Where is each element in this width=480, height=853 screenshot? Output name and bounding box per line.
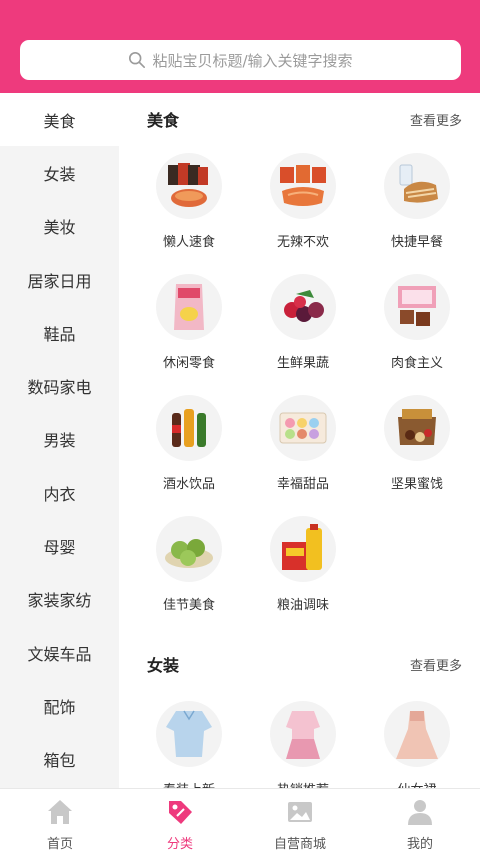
category-tile[interactable]: 幸福甜品 <box>246 395 360 492</box>
section-title: 女装 <box>147 656 180 675</box>
search-icon <box>129 51 146 69</box>
search-placeholder: 粘贴宝贝标题/输入关键字搜索 <box>152 51 353 70</box>
tile-label: 无辣不欢 <box>276 235 329 250</box>
category-tile[interactable]: 热销推荐 <box>246 701 360 788</box>
sidebar-item-label: 箱包 <box>43 751 76 771</box>
category-tile[interactable]: 肉食主义 <box>360 274 474 371</box>
section-title: 美食 <box>147 111 180 130</box>
category-tile[interactable]: 春装上新 <box>132 701 246 788</box>
sidebar-item-underwear[interactable]: 内衣 <box>0 466 119 519</box>
tile-label: 酒水饮品 <box>162 477 215 492</box>
category-tile[interactable]: 休闲零食 <box>132 274 246 371</box>
sidebar-item-label: 男装 <box>43 431 76 451</box>
image-mall-icon <box>288 802 312 822</box>
sidebar-item-label: 文娱车品 <box>27 644 92 664</box>
sidebar-item-label: 数码家电 <box>27 378 92 398</box>
category-content: 美食 查看更多 懒人速食 无辣不欢 快捷早餐 休闲零食 生鲜果蔬 肉食主义 酒水… <box>119 93 480 788</box>
sidebar-item-food[interactable]: 美食 <box>0 93 119 147</box>
bread-icon <box>384 153 450 219</box>
sidebar-item-label: 配饰 <box>43 697 76 717</box>
tile-label: 粮油调味 <box>276 598 329 613</box>
sidebar-item-womens-wear[interactable]: 女装 <box>0 146 119 199</box>
category-tile[interactable]: 快捷早餐 <box>360 153 474 250</box>
instant-noodles-icon <box>156 153 222 219</box>
tile-label: 热销推荐 <box>246 779 360 788</box>
blouse-icon <box>156 701 222 767</box>
nuts-icon <box>384 395 450 461</box>
header-bar: 粘贴宝贝标题/输入关键字搜索 <box>0 0 480 93</box>
sidebar-item-label: 女装 <box>43 164 76 184</box>
pink-outfit-icon <box>270 701 336 767</box>
search-box[interactable]: 粘贴宝贝标题/输入关键字搜索 <box>20 40 461 80</box>
view-more-link[interactable]: 查看更多 <box>410 110 462 129</box>
tile-label: 休闲零食 <box>162 356 215 371</box>
category-tile[interactable]: 粮油调味 <box>246 516 360 613</box>
category-tile[interactable]: 懒人速食 <box>132 153 246 250</box>
tab-label: 首页 <box>46 837 73 852</box>
sidebar-item-label: 鞋品 <box>43 324 76 344</box>
tile-label: 佳节美食 <box>162 598 215 613</box>
dress-icon <box>384 701 450 767</box>
tile-label: 懒人速食 <box>162 235 215 250</box>
category-tile[interactable]: 仙女裙 <box>360 701 474 788</box>
macaron-icon <box>270 395 336 461</box>
chips-icon <box>156 274 222 340</box>
home-icon <box>48 800 72 824</box>
sidebar-item-shoes[interactable]: 鞋品 <box>0 306 119 359</box>
sidebar-item-beauty[interactable]: 美妆 <box>0 200 119 253</box>
tab-label: 我的 <box>406 837 433 852</box>
tab-home[interactable]: 首页 <box>0 789 120 853</box>
bottom-tab-bar: 首页 分类 自营商城 我的 <box>0 788 480 853</box>
tab-category[interactable]: 分类 <box>120 789 240 853</box>
user-icon <box>408 800 432 825</box>
berries-icon <box>270 274 336 340</box>
sidebar-item-label: 居家日用 <box>27 271 92 291</box>
sidebar-item-mens-wear[interactable]: 男装 <box>0 413 119 466</box>
tile-label: 仙女裙 <box>360 779 474 788</box>
sidebar-item-electronics[interactable]: 数码家电 <box>0 359 119 412</box>
tab-mine[interactable]: 我的 <box>360 789 480 853</box>
category-tile[interactable]: 无辣不欢 <box>246 153 360 250</box>
category-tile[interactable]: 酒水饮品 <box>132 395 246 492</box>
section-header-womens-wear: 女装 查看更多 <box>147 652 462 676</box>
category-tile[interactable]: 坚果蜜饯 <box>360 395 474 492</box>
tab-label: 自营商城 <box>273 837 326 852</box>
drinks-icon <box>156 395 222 461</box>
oil-rice-icon <box>270 516 336 582</box>
view-more-link[interactable]: 查看更多 <box>410 655 462 674</box>
tile-label: 肉食主义 <box>390 356 443 371</box>
sidebar-item-accessories[interactable]: 配饰 <box>0 679 119 732</box>
tab-self-mall[interactable]: 自营商城 <box>240 789 360 853</box>
dumplings-icon <box>156 516 222 582</box>
category-tile[interactable]: 生鲜果蔬 <box>246 274 360 371</box>
sidebar-item-label: 美食 <box>43 111 76 131</box>
sidebar-item-home-goods[interactable]: 居家日用 <box>0 253 119 306</box>
sidebar-item-label: 母婴 <box>43 538 76 558</box>
tile-label: 生鲜果蔬 <box>276 356 329 371</box>
tile-label: 幸福甜品 <box>276 477 329 492</box>
sidebar-item-label: 美妆 <box>43 218 76 238</box>
category-sidebar: 美食 女装 美妆 居家日用 鞋品 数码家电 男装 内衣 母婴 家装家纺 文娱车品… <box>0 93 119 788</box>
tile-label: 坚果蜜饯 <box>390 477 443 492</box>
tile-label: 春装上新 <box>132 779 246 788</box>
spicy-snack-icon <box>270 153 336 219</box>
section-header-food: 美食 查看更多 <box>147 107 462 131</box>
sidebar-item-baby[interactable]: 母婴 <box>0 519 119 572</box>
sidebar-item-entertainment-car[interactable]: 文娱车品 <box>0 626 119 679</box>
sidebar-item-home-textile[interactable]: 家装家纺 <box>0 573 119 626</box>
sidebar-item-label: 家装家纺 <box>27 591 92 611</box>
sidebar-item-label: 内衣 <box>43 484 76 504</box>
category-tile[interactable]: 佳节美食 <box>132 516 246 613</box>
tile-label: 快捷早餐 <box>390 235 443 250</box>
category-tag-icon <box>169 801 192 824</box>
meat-icon <box>384 274 450 340</box>
sidebar-item-bags[interactable]: 箱包 <box>0 733 119 786</box>
tab-label: 分类 <box>166 837 193 852</box>
